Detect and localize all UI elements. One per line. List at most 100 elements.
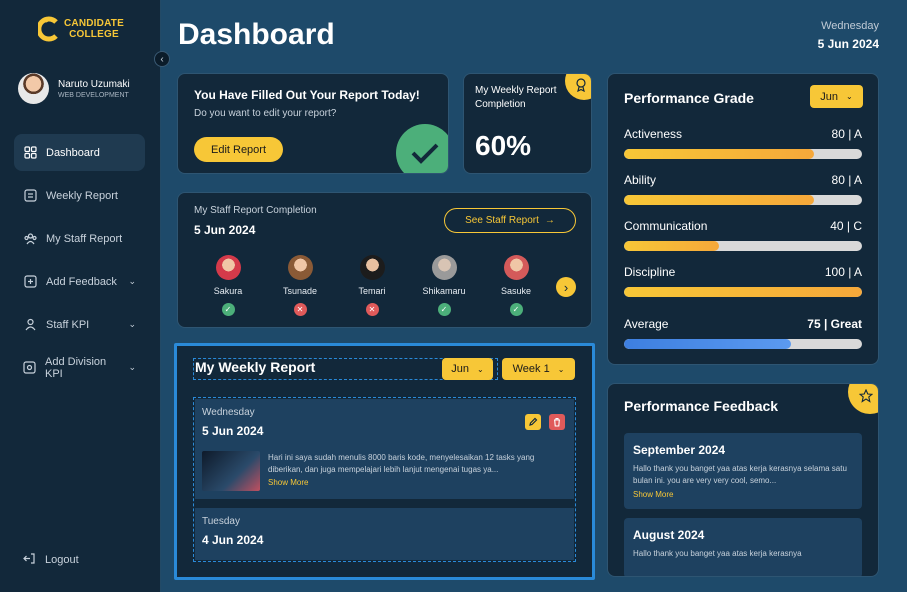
- chevron-down-icon: ⌄: [477, 364, 484, 374]
- division-icon: [23, 361, 36, 375]
- feedback-month: September 2024: [633, 443, 726, 457]
- sidebar-item-my-staff-report[interactable]: My Staff Report: [14, 220, 145, 257]
- sidebar-item-dashboard[interactable]: Dashboard: [14, 134, 145, 171]
- grade-score: 75 | Great: [807, 317, 862, 331]
- staff-item[interactable]: Sakura ✓: [203, 255, 253, 316]
- weekly-completion-value: 60%: [475, 130, 532, 161]
- header-date-value: 5 Jun 2024: [817, 37, 879, 51]
- staff-completion-date: 5 Jun 2024: [194, 223, 256, 237]
- week-select[interactable]: Week 1 ⌄: [502, 358, 575, 380]
- report-entry[interactable]: Tuesday 4 Jun 2024: [195, 508, 574, 560]
- trash-icon[interactable]: [549, 414, 565, 430]
- show-more-link[interactable]: Show More: [268, 478, 308, 487]
- feedback-item[interactable]: September 2024 Hallo thank you banget ya…: [624, 433, 862, 509]
- edit-report-button[interactable]: Edit Report: [194, 137, 283, 162]
- sidebar-item-label: Add Feedback: [46, 275, 117, 288]
- next-staff-button[interactable]: ›: [556, 277, 576, 297]
- staff-list: Sakura ✓ Tsunade ✕ Temari ✕ Shikamaru ✓ …: [203, 255, 541, 316]
- report-icon: [23, 189, 37, 203]
- report-day: Wednesday: [202, 407, 255, 418]
- grade-bar: [624, 241, 862, 251]
- logo-line1: CANDIDATE: [64, 18, 124, 29]
- grade-bar: [624, 149, 862, 159]
- chevron-down-icon: ⌄: [557, 364, 565, 374]
- chevron-down-icon: ⌄: [846, 92, 853, 101]
- report-filled-title: You Have Filled Out Your Report Today!: [194, 88, 420, 102]
- grade-bar-fill: [624, 195, 815, 205]
- grade-bar: [624, 195, 862, 205]
- grade-bar: [624, 339, 862, 349]
- grade-row: Discipline 100 | A: [624, 265, 862, 317]
- feedback-text: Hallo thank you banget yaa atas kerja ke…: [633, 464, 847, 485]
- medal-icon: [575, 78, 587, 97]
- grade-score: 40 | C: [830, 219, 862, 233]
- arrow-right-icon: →: [544, 215, 555, 226]
- see-staff-report-label: See Staff Report: [465, 215, 539, 226]
- x-circle-icon: ✕: [365, 303, 379, 316]
- x-circle-icon: ✕: [293, 303, 307, 316]
- performance-feedback-title: Performance Feedback: [624, 398, 779, 414]
- performance-grade-card: Performance Grade Jun ⌄ Activeness 80 | A…: [607, 73, 879, 365]
- weekly-completion-label: My Weekly Report Completion: [475, 85, 557, 110]
- user-profile[interactable]: Naruto Uzumaki WEB DEVELOPMENT: [18, 73, 130, 104]
- avatar: [18, 73, 49, 104]
- grade-label: Communication: [624, 219, 708, 233]
- staff-name: Sasuke: [500, 286, 532, 296]
- grade-bar: [624, 287, 862, 297]
- feedback-item[interactable]: August 2024 Hallo thank you banget yaa a…: [624, 518, 862, 576]
- chevron-right-icon: ›: [563, 279, 569, 295]
- chevron-left-icon: ‹: [160, 53, 164, 65]
- report-filled-question: Do you want to edit your report?: [194, 108, 337, 119]
- avatar: [359, 255, 385, 280]
- month-select[interactable]: Jun ⌄: [442, 358, 493, 380]
- sidebar-item-label: Staff KPI: [46, 318, 90, 331]
- chevron-down-icon: ⌄: [128, 319, 136, 329]
- logo[interactable]: CANDIDATE COLLEGE: [36, 16, 124, 42]
- grade-row: Communication 40 | C: [624, 219, 862, 265]
- check-icon: [396, 124, 448, 173]
- sidebar-nav: Dashboard Weekly Report My Staff Report …: [14, 134, 145, 392]
- performance-grade-title: Performance Grade: [624, 90, 754, 106]
- header-date: Wednesday 5 Jun 2024: [818, 20, 879, 51]
- logout-button[interactable]: Logout: [23, 552, 79, 568]
- grade-score: 100 | A: [824, 265, 862, 279]
- sidebar-item-weekly-report[interactable]: Weekly Report: [14, 177, 145, 214]
- collapse-sidebar-button[interactable]: ‹: [154, 51, 170, 67]
- weekly-report-card: My Weekly Report Jun ⌄ Week 1 ⌄ Wednesda…: [174, 343, 595, 580]
- sidebar-item-add-division-kpi[interactable]: Add Division KPI ⌄: [14, 349, 145, 386]
- grade-bar-fill: [624, 149, 815, 159]
- grade-bar-fill: [624, 241, 720, 251]
- staff-name: Temari: [358, 286, 386, 296]
- staff-name: Tsunade: [282, 286, 318, 296]
- performance-feedback-card: Performance Feedback September 2024 Hall…: [607, 383, 879, 577]
- see-staff-report-button[interactable]: See Staff Report →: [444, 208, 576, 233]
- staff-item[interactable]: Temari ✕: [347, 255, 397, 316]
- logout-label: Logout: [45, 554, 79, 566]
- report-filled-card: You Have Filled Out Your Report Today! D…: [177, 73, 449, 174]
- report-entry[interactable]: Wednesday 5 Jun 2024 Hari ini saya sudah…: [195, 399, 574, 499]
- avatar: [503, 255, 529, 280]
- feedback-month: August 2024: [633, 528, 705, 542]
- header-day: Wednesday: [821, 20, 879, 32]
- sidebar-item-staff-kpi[interactable]: Staff KPI ⌄: [14, 306, 145, 343]
- avatar: [431, 255, 457, 280]
- chevron-down-icon: ⌄: [128, 362, 136, 372]
- staff-item[interactable]: Tsunade ✕: [275, 255, 325, 316]
- grade-row: Activeness 80 | A: [624, 127, 862, 173]
- avatar: [287, 255, 313, 280]
- show-more-link[interactable]: Show More: [633, 490, 853, 499]
- staff-completion-card: My Staff Report Completion 5 Jun 2024 Se…: [177, 192, 592, 328]
- logout-icon: [23, 552, 36, 568]
- sidebar-item-label: Add Division KPI: [45, 355, 107, 380]
- staff-item[interactable]: Sasuke ✓: [491, 255, 541, 316]
- sidebar-item-add-feedback[interactable]: Add Feedback ⌄: [14, 263, 145, 300]
- report-date: 5 Jun 2024: [202, 424, 264, 438]
- logo-line2: COLLEGE: [69, 29, 119, 40]
- plus-square-icon: [23, 275, 37, 289]
- edit-icon[interactable]: [525, 414, 541, 430]
- performance-month-select[interactable]: Jun ⌄: [810, 85, 863, 108]
- avatar: [215, 255, 241, 280]
- weekly-completion-card: My Weekly Report Completion 60%: [463, 73, 592, 174]
- staff-item[interactable]: Shikamaru ✓: [419, 255, 469, 316]
- sidebar-item-label: My Staff Report: [46, 232, 123, 245]
